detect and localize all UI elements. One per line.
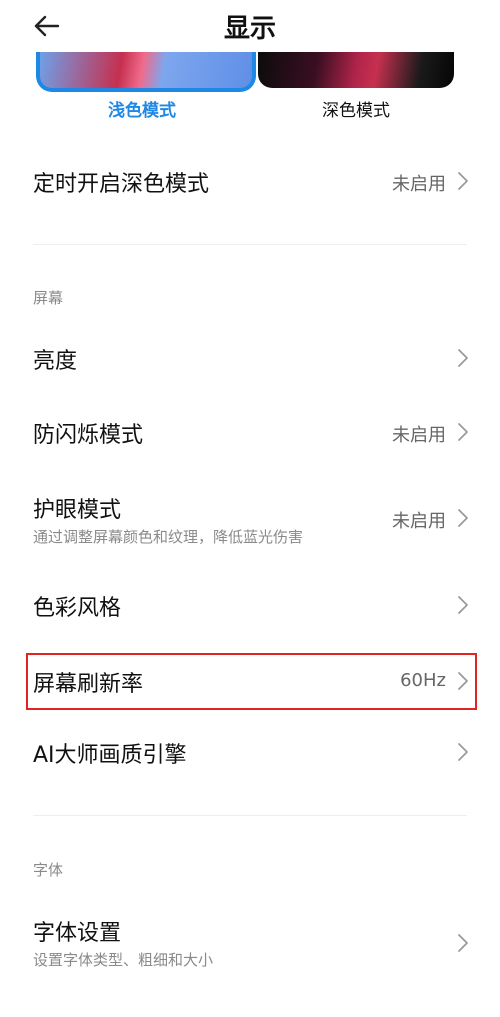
row-title: 定时开启深色模式 — [33, 172, 210, 197]
eye-care-row[interactable]: 护眼模式 通过调整屏幕颜色和纹理，降低蓝光伤害 未启用 — [0, 478, 500, 558]
chevron-right-icon — [458, 509, 468, 527]
section-label-screen: 屏幕 — [33, 289, 64, 307]
row-title: 防闪烁模式 — [33, 423, 144, 448]
section-divider — [33, 815, 467, 816]
chevron-right-icon — [458, 349, 468, 367]
row-value: 未启用 — [392, 174, 446, 195]
top-bar: 显示 — [0, 0, 500, 52]
font-settings-row[interactable]: 字体设置 设置字体类型、粗细和大小 — [0, 903, 500, 983]
section-label-font: 字体 — [33, 861, 64, 879]
theme-selector: 浅色模式 深色模式 — [0, 52, 500, 122]
chevron-right-icon — [458, 423, 468, 441]
row-title: 护眼模式 — [33, 498, 122, 523]
row-subtitle: 设置字体类型、粗细和大小 — [33, 951, 214, 969]
dark-mode-schedule-row[interactable]: 定时开启深色模式 未启用 — [0, 150, 500, 212]
chevron-right-icon — [458, 596, 468, 614]
brightness-row[interactable]: 亮度 — [0, 327, 500, 389]
light-mode-preview[interactable] — [36, 52, 256, 92]
color-style-row[interactable]: 色彩风格 — [0, 574, 500, 636]
display-settings-page: 显示 浅色模式 深色模式 定时开启深色模式 未启用 屏幕 亮度 防闪烁模式 未启… — [0, 0, 500, 1017]
light-mode-label[interactable]: 浅色模式 — [36, 96, 248, 121]
highlight-box — [26, 653, 477, 710]
chevron-right-icon — [458, 743, 468, 761]
chevron-right-icon — [458, 934, 468, 952]
dark-mode-preview[interactable] — [258, 52, 454, 88]
row-title: 色彩风格 — [33, 596, 122, 621]
section-divider — [33, 244, 467, 245]
anti-flicker-row[interactable]: 防闪烁模式 未启用 — [0, 401, 500, 463]
row-value: 未启用 — [392, 511, 446, 532]
row-title: AI大师画质引擎 — [33, 743, 187, 768]
row-subtitle: 通过调整屏幕颜色和纹理，降低蓝光伤害 — [33, 528, 304, 546]
row-title: 亮度 — [33, 349, 78, 374]
page-title: 显示 — [223, 14, 276, 44]
row-value: 未启用 — [392, 425, 446, 446]
chevron-right-icon — [458, 172, 468, 190]
dark-mode-label[interactable]: 深色模式 — [258, 96, 454, 121]
row-title: 字体设置 — [33, 921, 122, 946]
ai-picture-engine-row[interactable]: AI大师画质引擎 — [0, 721, 500, 783]
